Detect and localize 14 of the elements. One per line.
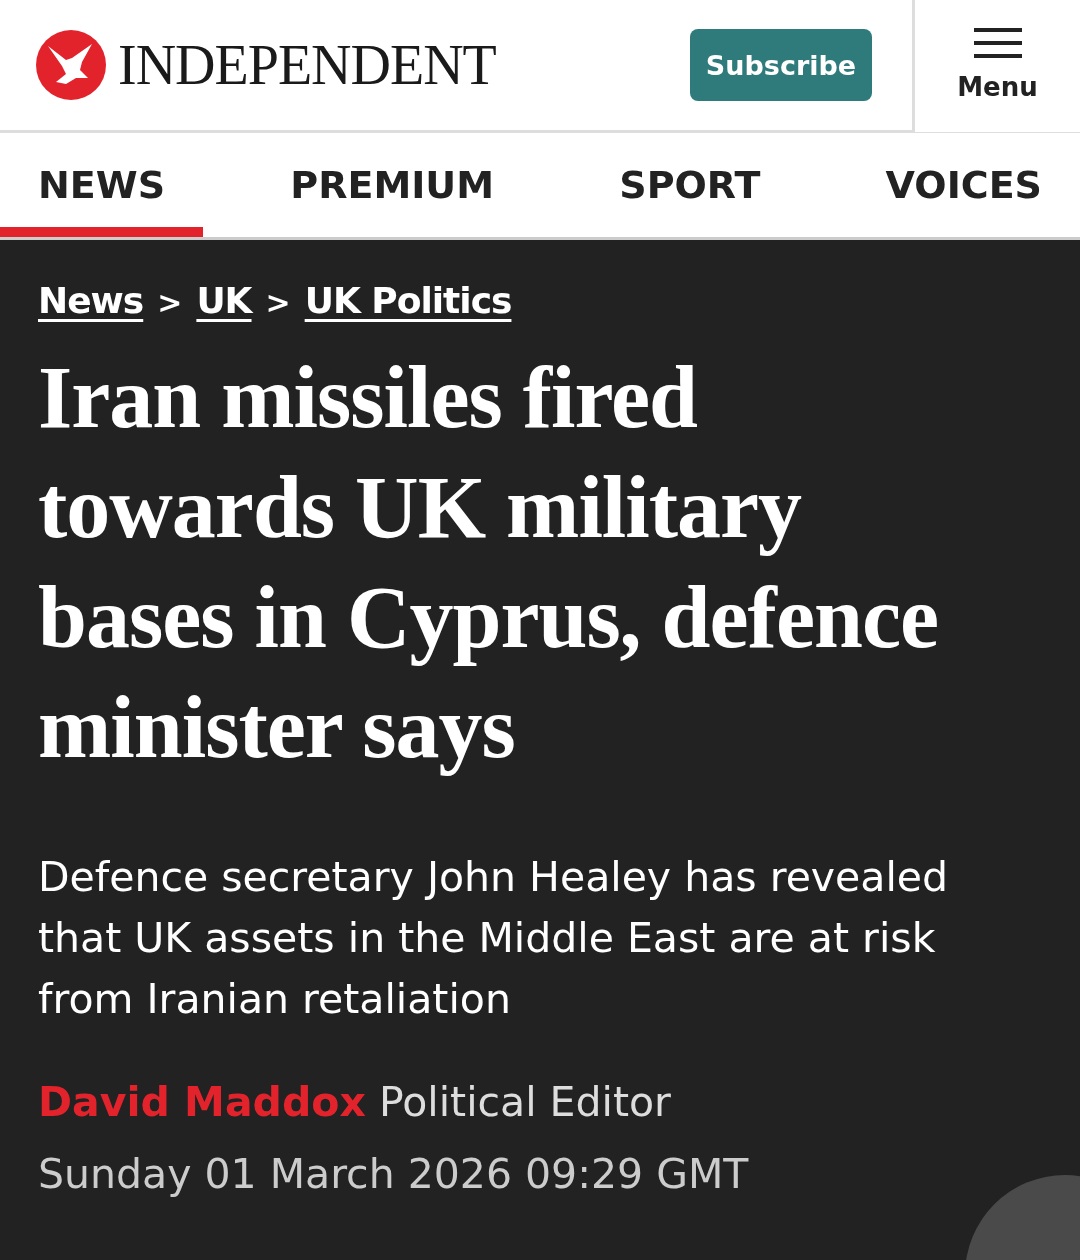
standfirst: Defence secretary John Healey has revealed that UK assets in the Middle East are at risk from Iranian retaliation — [38, 852, 950, 1025]
breadcrumb-link[interactable]: News — [38, 280, 144, 321]
author-role: Political Editor — [378, 1078, 671, 1126]
subscribe-button[interactable]: Subscribe — [690, 29, 872, 101]
menu-button[interactable]: Menu — [912, 0, 1080, 132]
breadcrumb-link[interactable]: UK — [196, 280, 252, 321]
breadcrumb-separator: > — [157, 285, 183, 320]
menu-icon — [973, 28, 1022, 58]
publish-date: Sunday 01 March 2026 09:29 GMT — [38, 1149, 750, 1200]
logo-text[interactable]: INDEPENDENT — [118, 37, 496, 93]
headline: Iran missiles fired towards UK military bases in Cyprus, defence minister says — [38, 348, 940, 778]
breadcrumb-link[interactable]: UK Politics — [304, 280, 512, 321]
breadcrumb-separator: > — [265, 285, 291, 320]
eagle-logo-icon[interactable] — [36, 30, 106, 100]
